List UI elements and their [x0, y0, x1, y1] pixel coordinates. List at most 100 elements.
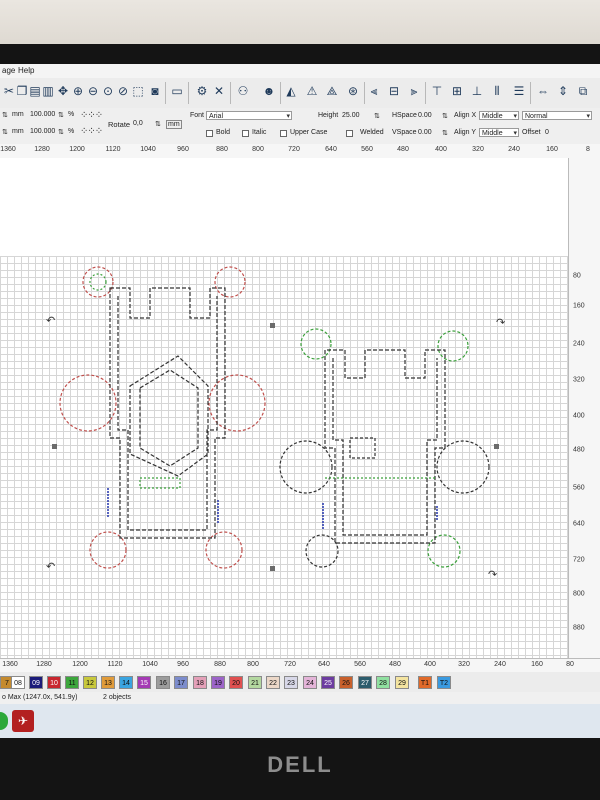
- height-value[interactable]: 25.00: [342, 112, 360, 119]
- design-canvas[interactable]: [0, 158, 568, 658]
- rotate-handle-top-left[interactable]: ↶: [46, 316, 55, 327]
- color-swatch[interactable]: 20: [229, 676, 243, 689]
- monitor-icon[interactable]: ▭: [170, 84, 184, 98]
- delete-icon[interactable]: ▥: [41, 84, 55, 98]
- color-swatch[interactable]: 28: [376, 676, 390, 689]
- color-swatch[interactable]: T2: [437, 676, 451, 689]
- color-swatch[interactable]: 15: [137, 676, 151, 689]
- color-swatch[interactable]: 14: [119, 676, 133, 689]
- menu-item-image[interactable]: age: [2, 66, 15, 75]
- color-swatch[interactable]: 16: [156, 676, 170, 689]
- offset-value[interactable]: 0: [545, 129, 549, 136]
- left-castle-design[interactable]: [59, 266, 266, 569]
- hspace-value[interactable]: 0.00: [418, 112, 432, 119]
- copy-icon[interactable]: ❐: [15, 84, 29, 98]
- font-select[interactable]: Arial: [206, 111, 292, 121]
- vspace-value[interactable]: 0.00: [418, 129, 432, 136]
- scissors-icon[interactable]: ✂: [2, 84, 16, 98]
- selection-handle-left[interactable]: [52, 444, 57, 449]
- align-y-select[interactable]: Middle: [479, 128, 519, 138]
- color-swatch[interactable]: 18: [193, 676, 207, 689]
- taskbar: ✈: [0, 704, 600, 738]
- position-grid-icon-2[interactable]: ⁘⁘⁘: [80, 126, 103, 137]
- paste-icon[interactable]: ▤: [28, 84, 42, 98]
- color-swatch[interactable]: 24: [303, 676, 317, 689]
- distribute-h-icon[interactable]: ⫴: [490, 84, 504, 98]
- canvas-workspace[interactable]: ↶ ↷ ↶ ↷: [0, 158, 568, 658]
- align-center-icon[interactable]: ⊟: [387, 84, 401, 98]
- selection-handle-bottom[interactable]: [270, 566, 275, 571]
- align-right-icon[interactable]: ⫸: [407, 84, 421, 98]
- color-swatch[interactable]: 26: [339, 676, 353, 689]
- selection-handle-right[interactable]: [494, 444, 499, 449]
- spin-icon[interactable]: ⇅: [374, 112, 380, 120]
- zoom-in-icon[interactable]: ⊕: [71, 84, 85, 98]
- color-swatch[interactable]: 21: [248, 676, 262, 689]
- warning-icon[interactable]: ⚠: [305, 84, 319, 98]
- spin-icon[interactable]: ⇅: [58, 111, 64, 119]
- color-swatch[interactable]: 25: [321, 676, 335, 689]
- menu-item-help[interactable]: Help: [18, 66, 34, 75]
- same-height-icon[interactable]: ⇕: [556, 84, 570, 98]
- move-icon[interactable]: ✥: [56, 84, 70, 98]
- zoom-out-icon[interactable]: ⊖: [86, 84, 100, 98]
- width-scale-value[interactable]: 100.000: [30, 111, 55, 118]
- select-frame-icon[interactable]: ⬚: [131, 84, 145, 98]
- color-swatch[interactable]: 27: [358, 676, 372, 689]
- color-swatch[interactable]: 09: [29, 676, 43, 689]
- align-bottom-icon[interactable]: ⊥: [470, 84, 484, 98]
- rotate-handle-top-right[interactable]: ↷: [496, 318, 505, 329]
- bold-checkbox[interactable]: [206, 130, 213, 137]
- align-top-icon[interactable]: ⊤: [430, 84, 444, 98]
- color-swatch[interactable]: 13: [101, 676, 115, 689]
- trace-icon[interactable]: ◭: [284, 84, 298, 98]
- color-swatch[interactable]: 17: [174, 676, 188, 689]
- welded-checkbox[interactable]: [346, 130, 353, 137]
- color-swatch[interactable]: T1: [418, 676, 432, 689]
- person-icon[interactable]: ☻: [262, 84, 276, 98]
- position-grid-icon[interactable]: ⁘⁘⁘: [80, 110, 103, 121]
- laser-app-icon[interactable]: ✈: [12, 710, 34, 732]
- align-left-icon[interactable]: ⫷: [367, 84, 381, 98]
- settings-icon[interactable]: ⚙: [195, 84, 209, 98]
- spin-up-icon[interactable]: ⇅: [2, 111, 8, 119]
- ruler-tick-label: 8: [586, 146, 590, 153]
- distribute-v-icon[interactable]: ☰: [512, 84, 526, 98]
- same-width-icon[interactable]: ⇔: [536, 84, 550, 98]
- rotate-handle-bottom-left[interactable]: ↶: [46, 562, 55, 573]
- zoom-fit-icon[interactable]: ⊘: [116, 84, 130, 98]
- text-style-select[interactable]: Normal: [522, 111, 592, 121]
- users-icon[interactable]: ⚇: [236, 84, 250, 98]
- align-middle-icon[interactable]: ⊞: [450, 84, 464, 98]
- color-swatch[interactable]: 19: [211, 676, 225, 689]
- same-size-icon[interactable]: ⧉: [576, 84, 590, 98]
- spin-down-icon[interactable]: ⇅: [2, 128, 8, 136]
- right-castle-design[interactable]: [279, 328, 490, 568]
- spin-icon[interactable]: ⇅: [442, 129, 448, 137]
- rotate-handle-bottom-right[interactable]: ↷: [488, 570, 497, 581]
- upper-case-checkbox[interactable]: [280, 130, 287, 137]
- color-swatch[interactable]: 23: [284, 676, 298, 689]
- color-swatch[interactable]: 10: [47, 676, 61, 689]
- node-icon[interactable]: ⟁: [325, 84, 339, 98]
- target-icon[interactable]: ⊛: [346, 84, 360, 98]
- italic-checkbox[interactable]: [242, 130, 249, 137]
- color-swatch[interactable]: 08: [11, 676, 25, 689]
- color-swatch[interactable]: 11: [65, 676, 79, 689]
- zoom-icon[interactable]: ⊙: [101, 84, 115, 98]
- rotate-value[interactable]: 0,0: [133, 120, 143, 127]
- spin-icon[interactable]: ⇅: [155, 120, 161, 128]
- height-scale-value[interactable]: 100.000: [30, 128, 55, 135]
- color-swatch[interactable]: 29: [395, 676, 409, 689]
- color-swatch[interactable]: 12: [83, 676, 97, 689]
- camera-icon[interactable]: ◙: [148, 84, 162, 98]
- color-swatch[interactable]: 22: [266, 676, 280, 689]
- spin-icon[interactable]: ⇅: [58, 128, 64, 136]
- ruler-tick-label: 720: [284, 661, 296, 668]
- selection-handle-top[interactable]: [270, 323, 275, 328]
- app-icon-green[interactable]: [0, 712, 8, 730]
- rotate-unit[interactable]: mm: [166, 120, 182, 129]
- align-x-select[interactable]: Middle: [479, 111, 519, 121]
- spin-icon[interactable]: ⇅: [442, 112, 448, 120]
- tools-icon[interactable]: ✕: [212, 84, 226, 98]
